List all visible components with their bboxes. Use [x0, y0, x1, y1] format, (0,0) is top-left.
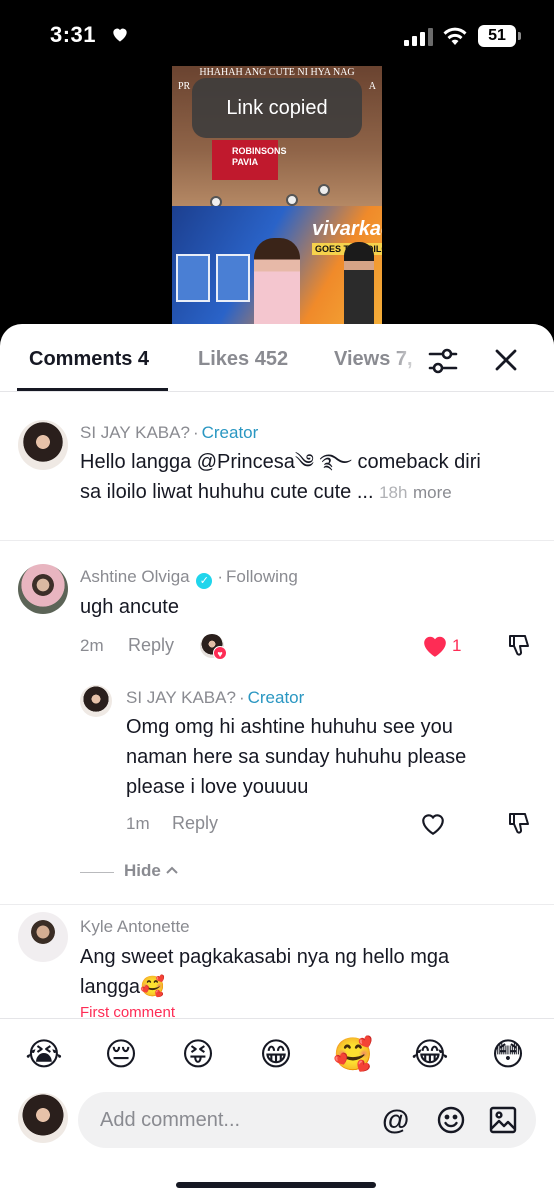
- comment-text: Hello langga @Princesa༄ ࿐ comeback diri …: [80, 451, 481, 503]
- emoji-quick-bar: 😭 😔 😝 😁 🥰 😂 😳: [0, 1018, 554, 1092]
- comment-list[interactable]: SI JAY KABA? · Creator Hello langga @Princ…: [0, 392, 554, 1018]
- comment-input-row: @: [0, 1092, 554, 1200]
- creator-badge: Creator: [247, 688, 305, 707]
- heart-icon: [113, 28, 127, 42]
- hide-replies-button[interactable]: Hide: [124, 861, 178, 881]
- store-sign: ROBINSONS PAVIA: [212, 140, 287, 180]
- reply-button[interactable]: Reply: [128, 635, 174, 656]
- creator-badge: Creator: [201, 423, 259, 442]
- comment-input-box[interactable]: @: [78, 1092, 536, 1148]
- tab-comments[interactable]: Comments 4: [29, 348, 149, 371]
- reply-button[interactable]: Reply: [172, 813, 218, 834]
- like-icon[interactable]: [420, 812, 446, 836]
- comments-sheet: Comments 4 Likes 452 Views 7, SI JAY KAB…: [0, 324, 554, 1200]
- chevron-up-icon: [165, 866, 178, 874]
- comment-time: 2m: [80, 636, 104, 655]
- comment-author-line: SI JAY KABA? · Creator: [80, 423, 259, 442]
- video-caption-end: A: [368, 81, 376, 92]
- like-icon[interactable]: [422, 634, 448, 658]
- stage-screen: [216, 254, 250, 302]
- emoji-button[interactable]: 🥰: [331, 1034, 375, 1074]
- home-indicator: [176, 1182, 376, 1188]
- comment-time: 18h: [379, 483, 408, 502]
- avatar: [18, 1093, 68, 1143]
- like-count: 1: [452, 636, 462, 655]
- comment-text: Omg omg hi ashtine huhuhu see you naman …: [126, 716, 467, 798]
- emoji-button[interactable]: 😳: [486, 1034, 530, 1074]
- active-tab-indicator: [17, 388, 168, 391]
- filter-icon[interactable]: [426, 344, 460, 378]
- image-icon[interactable]: [488, 1105, 518, 1135]
- first-comment-tag: First comment: [80, 1004, 176, 1018]
- video-caption-start: PR: [178, 81, 191, 92]
- performer: [344, 242, 374, 336]
- avatar[interactable]: [80, 685, 112, 717]
- comment-author-line: SI JAY KABA? · Creator: [126, 688, 305, 707]
- smile-icon[interactable]: [436, 1105, 466, 1135]
- verified-icon: ✓: [196, 573, 213, 589]
- comment-author[interactable]: SI JAY KABA?: [80, 423, 190, 442]
- following-badge: Following: [226, 567, 298, 586]
- comment-text: Ang sweet pagkakasabi nya ng hello mga l…: [80, 946, 450, 998]
- tabs-fade: [390, 324, 554, 390]
- wifi-icon: [443, 27, 467, 45]
- emoji-button[interactable]: 😝: [176, 1034, 220, 1074]
- emoji-button[interactable]: 😔: [99, 1034, 143, 1074]
- avatar[interactable]: [18, 912, 68, 962]
- comment-author[interactable]: SI JAY KABA?: [126, 688, 236, 707]
- comment-author[interactable]: Ashtine Olviga: [80, 567, 190, 586]
- ceiling-light: [286, 194, 298, 206]
- performer: [254, 238, 300, 336]
- emoji-button[interactable]: 😂: [408, 1034, 452, 1074]
- tab-bar: Comments 4 Likes 452 Views 7,: [0, 324, 554, 392]
- close-icon[interactable]: [490, 344, 522, 376]
- signal-icon: [404, 28, 433, 46]
- more-button[interactable]: more: [413, 483, 452, 502]
- stage-screen: [176, 254, 210, 302]
- toast-link-copied: Link copied: [192, 78, 362, 138]
- ceiling-light: [318, 184, 330, 196]
- avatar[interactable]: [18, 420, 68, 470]
- mention-button[interactable]: @: [382, 1105, 409, 1135]
- emoji-button[interactable]: 😁: [254, 1034, 298, 1074]
- status-time: 3:31: [50, 22, 97, 47]
- comment-author-line: Ashtine Olviga ✓ · Following: [80, 567, 298, 589]
- comment-author[interactable]: Kyle Antonette: [80, 917, 190, 937]
- divider: [80, 872, 114, 873]
- comment-input[interactable]: [100, 1106, 370, 1134]
- heart-icon: ♥: [213, 646, 227, 660]
- status-bar: 3:31 51: [0, 0, 554, 70]
- avatar[interactable]: [18, 564, 68, 614]
- divider: [0, 904, 554, 905]
- divider: [0, 540, 554, 541]
- dislike-icon[interactable]: [506, 632, 532, 658]
- dislike-icon[interactable]: [506, 810, 532, 836]
- emoji-button[interactable]: 😭: [22, 1034, 66, 1074]
- tab-likes[interactable]: Likes 452: [198, 348, 288, 371]
- comment-text: ugh ancute: [80, 596, 179, 618]
- battery-icon: 51: [478, 25, 521, 47]
- comment-time: 1m: [126, 814, 150, 833]
